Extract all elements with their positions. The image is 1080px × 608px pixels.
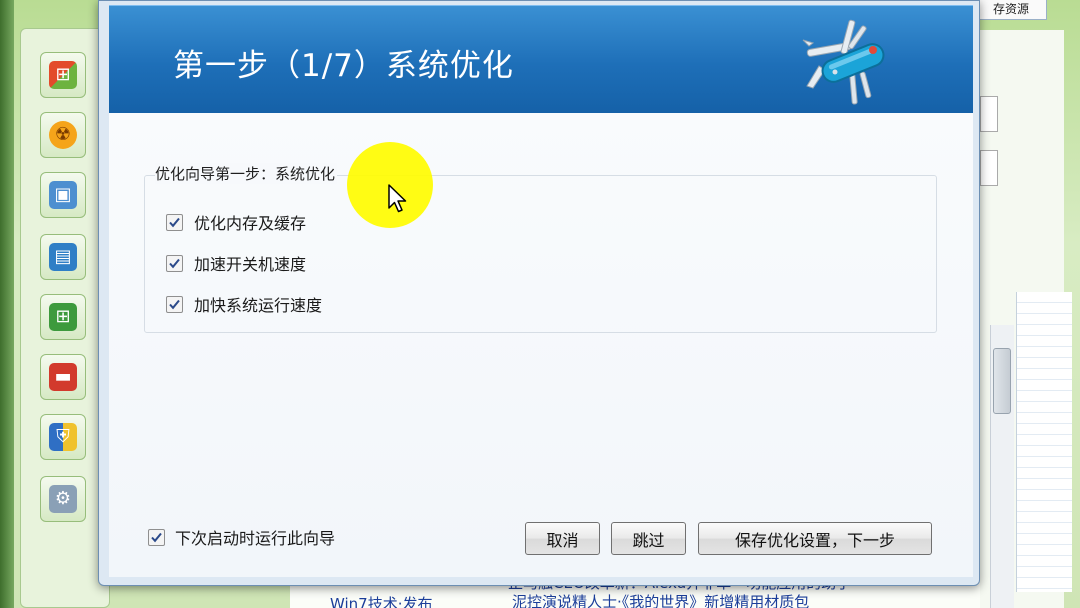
toolbox-icon[interactable]: ▬: [40, 354, 86, 400]
mouse-pointer-icon: [388, 184, 407, 213]
monitor-icon[interactable]: ▤: [40, 234, 86, 280]
background-scrollbar-thumb[interactable]: [993, 348, 1011, 414]
optimization-wizard-dialog: 第一步（1/7）系统优化 优化向导第一步：系统优化 优化内存及缓存 加速开关机速…: [98, 0, 980, 586]
skip-button[interactable]: 跳过: [611, 522, 686, 555]
news-link[interactable]: 泥控演说精人士·《我的世界》新增精用材质包: [512, 591, 809, 608]
checkbox-checked-icon[interactable]: [166, 213, 183, 231]
option-speed-up-boot[interactable]: 加速开关机速度: [166, 251, 306, 275]
checkbox-checked-icon[interactable]: [166, 254, 183, 272]
background-top-right-button[interactable]: 存资源: [975, 0, 1047, 20]
background-field: [980, 150, 998, 186]
cancel-button[interactable]: 取消: [525, 522, 600, 555]
group-label: 优化向导第一步：系统优化: [155, 163, 338, 184]
option-label: 加速开关机速度: [194, 255, 307, 274]
option-label: 加快系统运行速度: [194, 296, 323, 315]
checkbox-checked-icon[interactable]: [166, 295, 183, 313]
background-window-edge: [0, 0, 14, 608]
dialog-header: 第一步（1/7）系统优化: [109, 5, 973, 113]
save-and-next-button[interactable]: 保存优化设置，下一步: [698, 522, 932, 555]
shield-icon[interactable]: ⛨: [40, 414, 86, 460]
network-computer-icon[interactable]: ▣: [40, 172, 86, 218]
windows-window-icon[interactable]: ⊞: [40, 294, 86, 340]
gears-icon[interactable]: ⚙: [40, 476, 86, 522]
dialog-title: 第一步（1/7）系统优化: [173, 48, 514, 84]
swiss-army-knife-icon: [802, 19, 885, 105]
radiation-icon[interactable]: ☢: [40, 112, 86, 158]
option-label: 优化内存及缓存: [194, 214, 307, 233]
windows-logo-icon[interactable]: ⊞: [40, 52, 86, 98]
background-field: [980, 96, 998, 132]
dialog-body: 优化向导第一步：系统优化 优化内存及缓存 加速开关机速度 加快系统运行速度 下次…: [109, 113, 973, 577]
run-wizard-on-startup-option[interactable]: 下次启动时运行此向导: [148, 525, 335, 549]
news-link[interactable]: Win7技术·发布: [330, 593, 433, 608]
checkbox-checked-icon[interactable]: [148, 528, 165, 546]
startup-option-label: 下次启动时运行此向导: [175, 529, 336, 548]
option-optimize-memory[interactable]: 优化内存及缓存: [166, 210, 306, 234]
option-speed-up-system[interactable]: 加快系统运行速度: [166, 292, 322, 316]
background-list: [1016, 292, 1072, 592]
